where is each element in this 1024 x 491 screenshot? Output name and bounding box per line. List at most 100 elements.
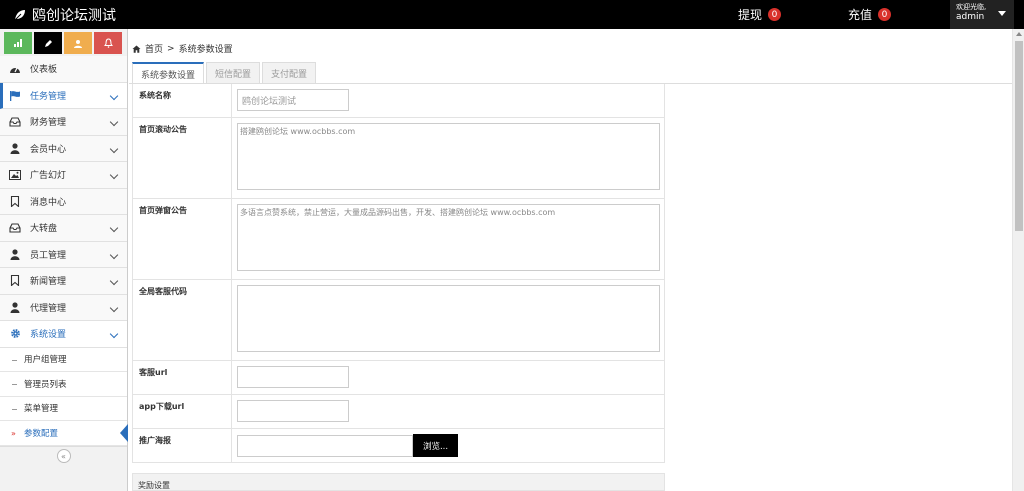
bookmark-icon	[8, 275, 22, 287]
sidebar-subitem-menus[interactable]: 菜单管理	[0, 396, 127, 421]
sidebar-item-news[interactable]: 新闻管理	[0, 268, 127, 295]
sidebar-subitem-user-groups[interactable]: 用户组管理	[0, 347, 127, 372]
sidebar-item-label: 系统设置	[30, 330, 67, 341]
site-name-label: 系统名称	[133, 84, 232, 117]
chevron-down-icon	[109, 329, 119, 339]
chevron-down-icon	[109, 223, 119, 233]
sidebar-item-label: 广告幻灯	[30, 171, 67, 182]
sidebar-item-wheel[interactable]: 大转盘	[0, 215, 127, 242]
brand[interactable]: 鸥创论坛测试	[14, 5, 116, 25]
tab-bar: 系统参数设置 短信配置 支付配置	[132, 62, 317, 84]
double-chevron-right-icon: »	[11, 429, 16, 438]
leaf-icon	[14, 10, 25, 21]
bookmark-icon	[8, 195, 22, 207]
sidebar-item-label: 消息中心	[30, 197, 67, 208]
gear-icon	[8, 328, 22, 340]
service-url-label: 客服url	[133, 361, 232, 394]
breadcrumb-home[interactable]: 首页	[145, 42, 163, 55]
tab-payment-config[interactable]: 支付配置	[262, 62, 317, 84]
sidebar-item-label: 大转盘	[30, 224, 58, 235]
user-menu[interactable]: 欢迎光临, admin	[950, 0, 1014, 29]
picture-icon	[8, 169, 22, 181]
sidebar-subitem-label: 菜单管理	[24, 404, 59, 415]
scrollbar-thumb[interactable]	[1015, 41, 1023, 231]
home-icon	[132, 45, 141, 53]
sidebar-subitem-params[interactable]: » 参数配置	[0, 421, 128, 446]
bell-icon	[103, 38, 113, 48]
site-name-input[interactable]	[237, 89, 349, 111]
service-code-label: 全局客服代码	[133, 280, 232, 360]
service-url-input[interactable]	[237, 366, 349, 388]
service-code-textarea[interactable]	[237, 285, 660, 352]
field-cell: 多语言点赞系统，禁止营运，大量成品源码出售，开发、搭建鸥创论坛 www.ocbb…	[232, 199, 664, 279]
main-content: 首页 > 系统参数设置 系统参数设置 短信配置 支付配置 系统名称 首页滚动公告…	[129, 29, 1012, 491]
tab-sms-config[interactable]: 短信配置	[206, 62, 261, 84]
recharge-badge: 0	[878, 8, 892, 21]
tab-system-params[interactable]: 系统参数设置	[132, 62, 205, 84]
active-pointer	[120, 424, 128, 442]
field-cell: 浏览...	[232, 429, 664, 462]
poster-file-path[interactable]	[237, 434, 413, 457]
chevron-down-icon	[109, 144, 119, 153]
sidebar-item-messages[interactable]: 消息中心	[0, 188, 127, 215]
browse-button[interactable]: 浏览...	[413, 434, 458, 457]
pencil-icon	[44, 39, 52, 47]
sidebar-item-settings[interactable]: 系统设置	[0, 321, 127, 348]
recharge-link[interactable]: 充值 0	[848, 6, 892, 23]
chevron-down-icon	[109, 303, 119, 312]
sidebar-item-label: 新闻管理	[30, 277, 67, 288]
sidebar-item-staff[interactable]: 员工管理	[0, 241, 127, 268]
collapse-sidebar-button[interactable]: «	[56, 449, 71, 463]
vertical-scrollbar[interactable]	[1012, 29, 1024, 491]
withdraw-badge: 0	[768, 8, 782, 21]
form-row-scroll-notice: 首页滚动公告 搭建鸥创论坛 www.ocbbs.com	[133, 118, 664, 199]
form-row-poster: 推广海报 浏览...	[133, 429, 664, 463]
breadcrumb: 首页 > 系统参数设置	[132, 42, 233, 55]
sidebar-item-dashboard[interactable]: 仪表板	[0, 56, 127, 83]
sidebar-subitem-admins[interactable]: 管理员列表	[0, 372, 127, 397]
users-icon	[74, 39, 82, 48]
shortcut-users-button[interactable]	[64, 32, 92, 54]
file-upload: 浏览...	[237, 434, 660, 457]
field-cell	[232, 395, 664, 428]
caret-down-icon	[998, 11, 1006, 16]
field-cell	[232, 84, 664, 117]
user-icon	[8, 248, 22, 260]
scroll-up-arrow-icon[interactable]	[1016, 32, 1022, 36]
field-cell: 搭建鸥创论坛 www.ocbbs.com	[232, 118, 664, 198]
scroll-notice-textarea[interactable]: 搭建鸥创论坛 www.ocbbs.com	[237, 123, 660, 190]
chevron-down-icon	[109, 276, 119, 286]
sidebar-item-label: 员工管理	[30, 250, 67, 261]
breadcrumb-separator: >	[167, 43, 175, 54]
sidebar-item-members[interactable]: 会员中心	[0, 135, 127, 162]
poster-label: 推广海报	[133, 429, 232, 462]
sidebar-item-label: 财务管理	[30, 118, 67, 129]
sidebar-item-tasks[interactable]: 任务管理	[0, 82, 127, 109]
sidebar-item-finance[interactable]: 财务管理	[0, 109, 127, 136]
shortcut-bell-button[interactable]	[94, 32, 122, 54]
withdraw-link[interactable]: 提现 0	[738, 6, 782, 23]
form-row-service-code: 全局客服代码	[133, 280, 664, 361]
reward-section-header: 奖励设置	[132, 473, 665, 491]
app-url-input[interactable]	[237, 400, 349, 422]
top-navbar: 鸥创论坛测试 提现 0 充值 0 欢迎光临, admin	[0, 0, 1024, 29]
sidebar-subitem-label: 用户组管理	[24, 355, 67, 366]
shortcut-edit-button[interactable]	[34, 32, 62, 54]
sidebar-item-ads[interactable]: 广告幻灯	[0, 162, 127, 189]
flag-icon	[8, 89, 22, 101]
sidebar-item-agents[interactable]: 代理管理	[0, 294, 127, 321]
tree-dash	[12, 359, 17, 361]
inbox-icon	[8, 116, 22, 128]
shortcut-signal-button[interactable]	[4, 32, 32, 54]
form-row-service-url: 客服url	[133, 361, 664, 395]
popup-notice-textarea[interactable]: 多语言点赞系统，禁止营运，大量成品源码出售，开发、搭建鸥创论坛 www.ocbb…	[237, 204, 660, 271]
chevron-down-icon	[109, 170, 119, 180]
signal-icon	[13, 39, 22, 47]
user-icon	[8, 301, 22, 313]
field-cell	[232, 280, 664, 360]
popup-notice-label: 首页弹窗公告	[133, 199, 232, 279]
settings-form: 系统名称 首页滚动公告 搭建鸥创论坛 www.ocbbs.com 首页弹窗公告 …	[132, 84, 665, 463]
shortcut-bar	[0, 29, 127, 56]
inbox-icon	[8, 222, 22, 234]
chevron-down-icon	[109, 250, 119, 259]
